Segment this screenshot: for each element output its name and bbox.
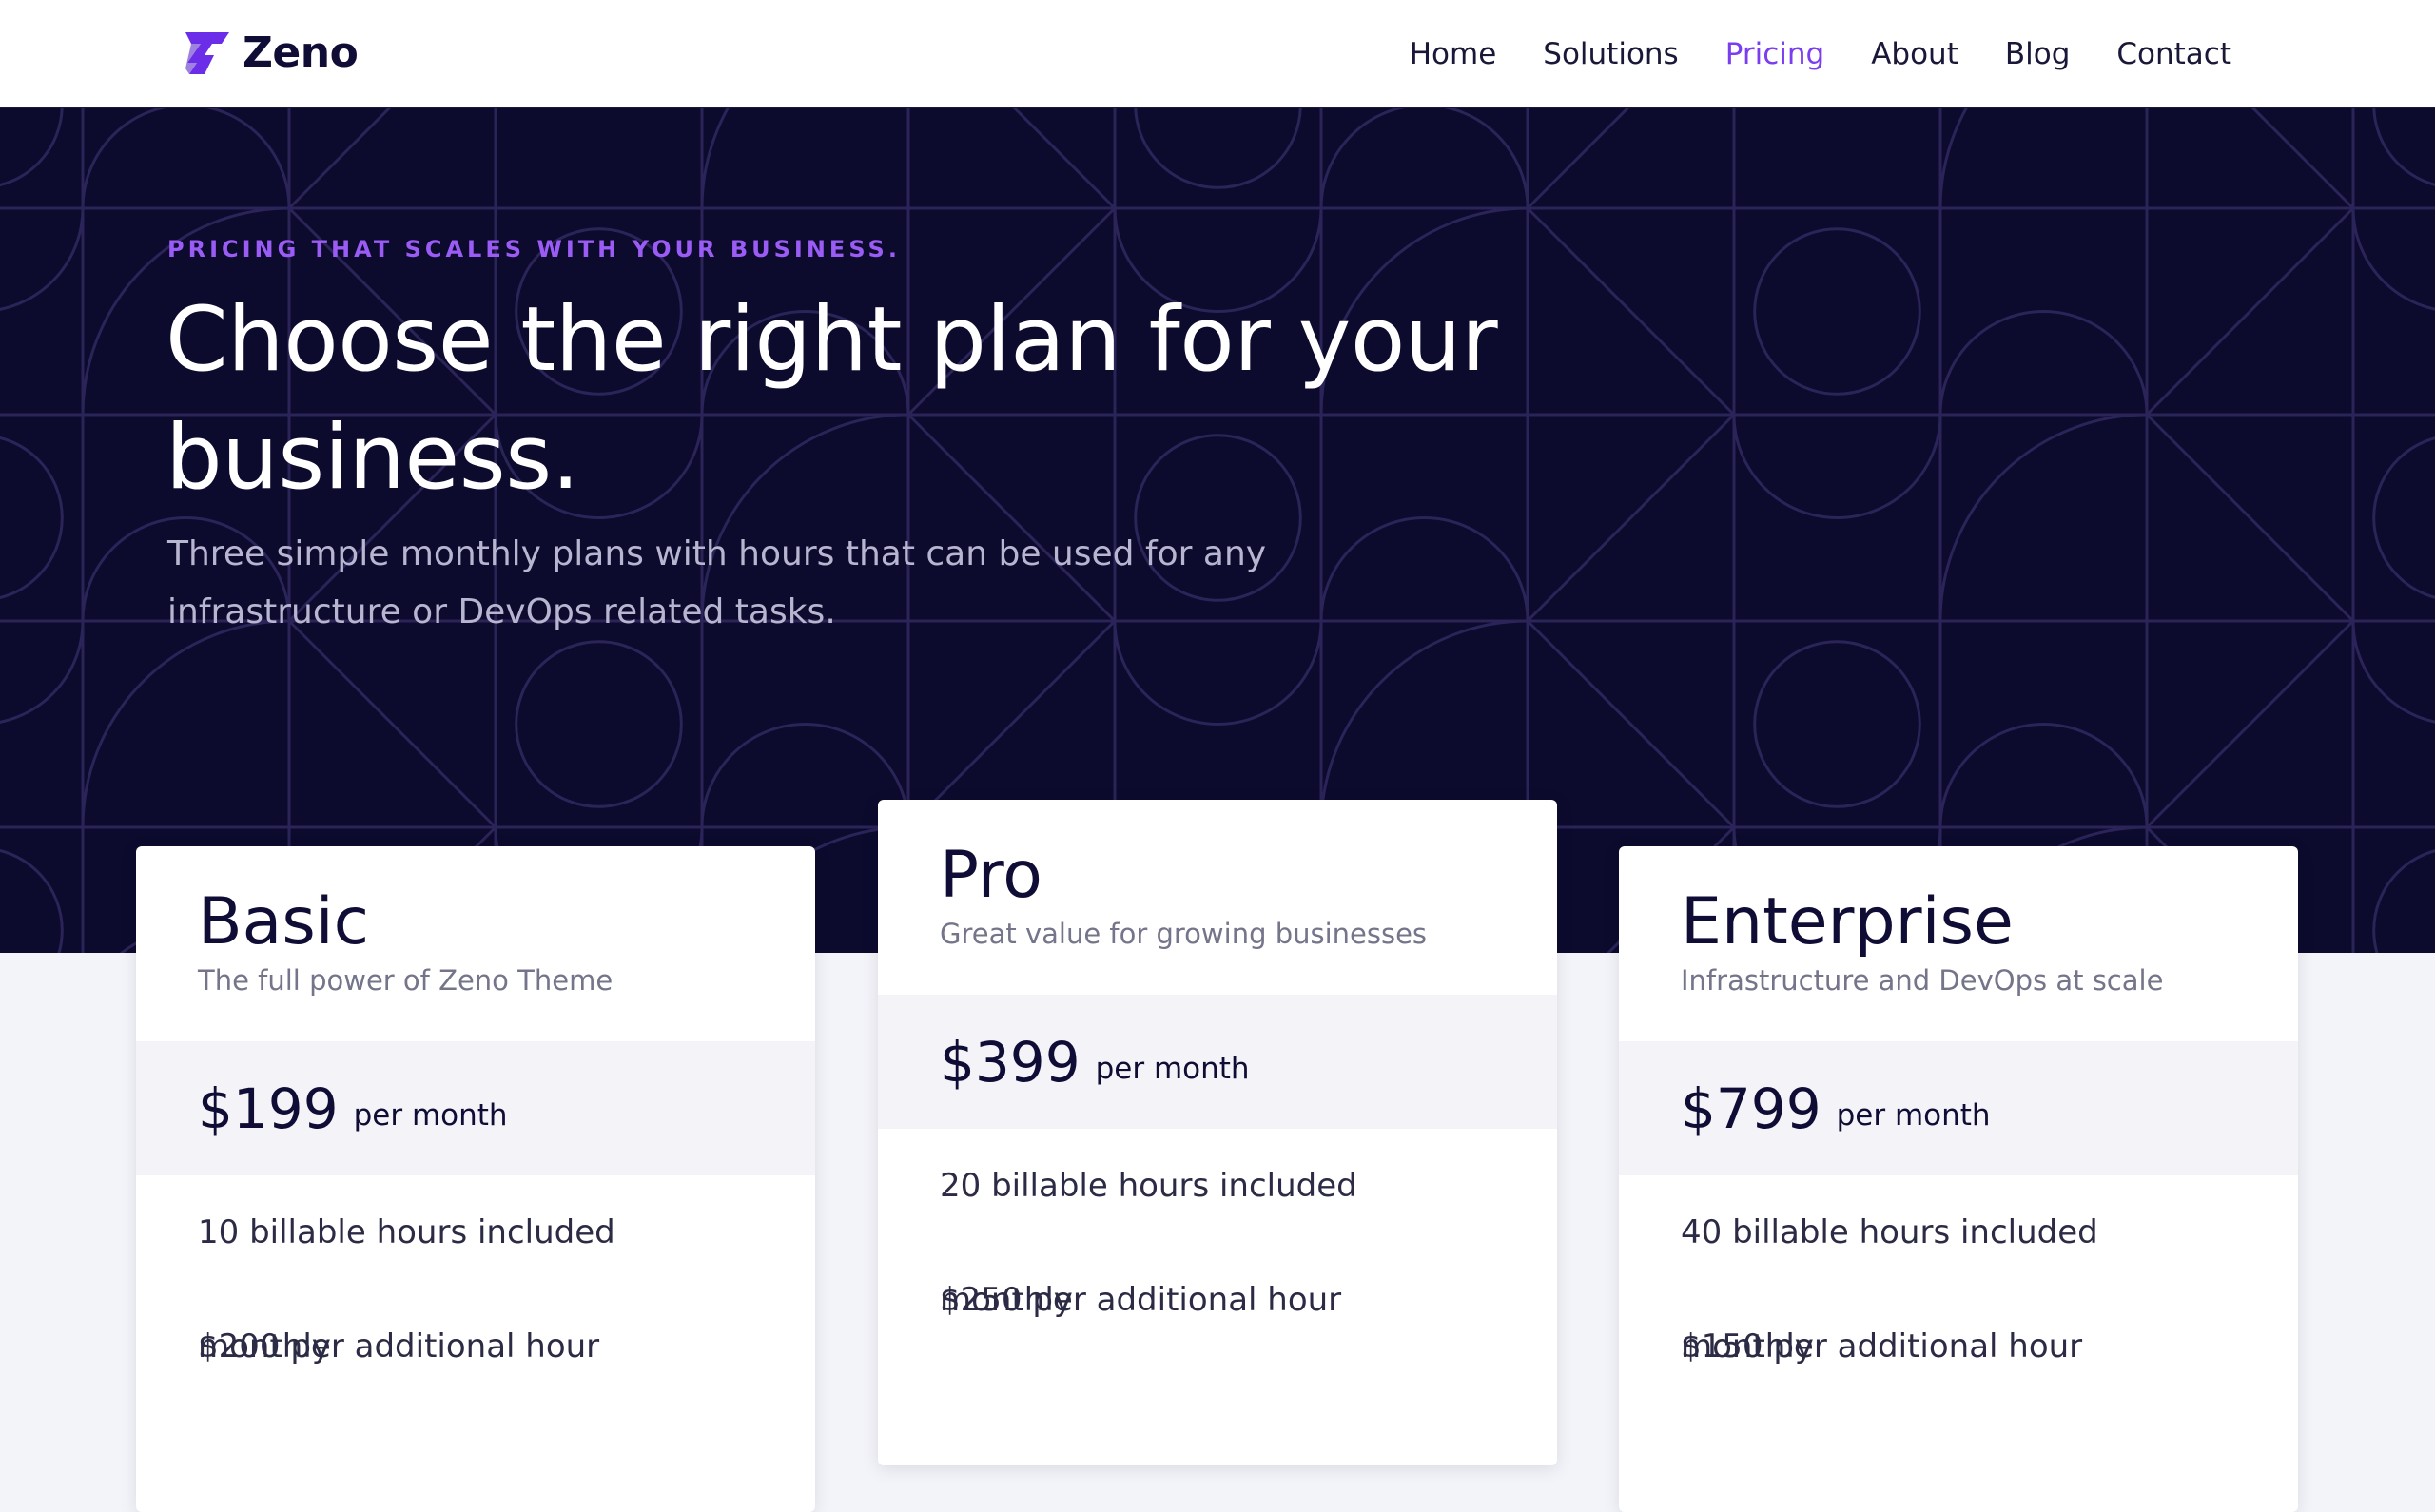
plan-period: per month: [1836, 1097, 1991, 1133]
plan-name: Enterprise: [1681, 884, 2014, 960]
plan-tagline: The full power of Zeno Theme: [198, 964, 614, 997]
hero-eyebrow: PRICING THAT SCALES WITH YOUR BUSINESS.: [167, 236, 901, 262]
nav-pricing[interactable]: Pricing: [1725, 37, 1825, 71]
plan-price-band: $799 per month: [1619, 1041, 2298, 1175]
brand-logo[interactable]: Zeno: [184, 29, 359, 77]
plan-card-basic[interactable]: Basic The full power of Zeno Theme $199 …: [136, 846, 815, 1512]
plan-feature: $250 per additional hour: [940, 1281, 1342, 1319]
plan-period: per month: [353, 1097, 508, 1133]
plan-tagline: Infrastructure and DevOps at scale: [1681, 964, 2164, 997]
nav-contact[interactable]: Contact: [2116, 37, 2231, 71]
plan-header: Basic The full power of Zeno Theme: [136, 846, 815, 1041]
nav-about[interactable]: About: [1871, 37, 1958, 71]
plan-header: Pro Great value for growing businesses: [878, 800, 1557, 995]
site-header: Zeno Home Solutions Pricing About Blog C…: [0, 0, 2435, 108]
plan-name: Pro: [940, 838, 1042, 913]
plan-features: 40 billable hours included monthly $150 …: [1619, 1175, 2298, 1404]
nav-home[interactable]: Home: [1410, 37, 1497, 71]
main-nav: Home Solutions Pricing About Blog Contac…: [1410, 0, 2231, 108]
brand-name: Zeno: [243, 29, 359, 77]
nav-solutions[interactable]: Solutions: [1543, 37, 1678, 71]
plan-feature: 40 billable hours included monthly: [1681, 1213, 2098, 1366]
plan-name: Basic: [198, 884, 370, 960]
plan-feature: $150 per additional hour: [1681, 1328, 2083, 1366]
hero-subtitle: Three simple monthly plans with hours th…: [167, 534, 1267, 631]
plan-feature: $200 per additional hour: [198, 1328, 600, 1366]
plan-price-band: $199 per month: [136, 1041, 815, 1175]
plan-tagline: Great value for growing businesses: [940, 918, 1428, 950]
plan-feature: 10 billable hours included monthly: [198, 1213, 615, 1366]
page-title: Choose the right plan for your business.: [166, 288, 1498, 510]
plan-features: 20 billable hours included monthly $250 …: [878, 1129, 1557, 1357]
nav-blog[interactable]: Blog: [2005, 37, 2071, 71]
plan-feature: 20 billable hours included monthly: [940, 1167, 1357, 1319]
plan-header: Enterprise Infrastructure and DevOps at …: [1619, 846, 2298, 1041]
plan-features: 10 billable hours included monthly $200 …: [136, 1175, 815, 1404]
lightning-z-icon: [185, 31, 229, 74]
plan-price: $199: [198, 1076, 339, 1141]
plan-card-pro[interactable]: Pro Great value for growing businesses $…: [878, 800, 1557, 1465]
plan-card-enterprise[interactable]: Enterprise Infrastructure and DevOps at …: [1619, 846, 2298, 1512]
plan-price-band: $399 per month: [878, 995, 1557, 1129]
plan-period: per month: [1095, 1051, 1250, 1086]
plan-price: $799: [1681, 1076, 1821, 1141]
plan-price: $399: [940, 1029, 1081, 1095]
